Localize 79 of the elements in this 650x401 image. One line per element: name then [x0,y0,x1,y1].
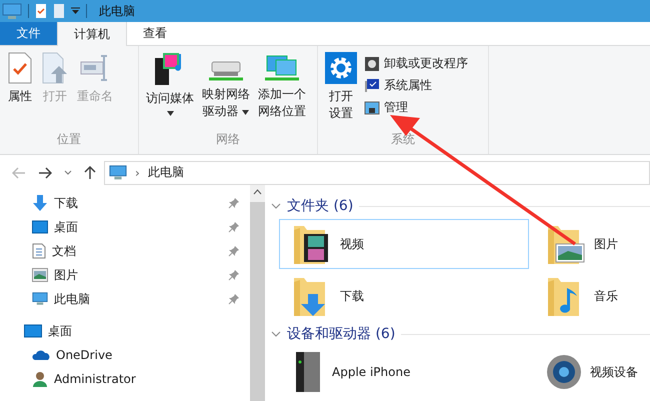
tile-label: 视频设备 [590,364,638,380]
folder-tile[interactable]: 视频 [279,219,529,269]
properties-icon [35,3,47,19]
pin-icon [228,293,240,305]
ribbon-button[interactable]: 打开 设置 [322,50,360,131]
nav-item[interactable]: Administrator [0,367,250,391]
desktop-icon [32,220,48,234]
file-menu-tab[interactable]: 文件 [0,22,57,45]
group-label: 网络 [216,131,240,148]
breadcrumb[interactable]: 此电脑 [148,164,184,181]
cloud-icon [32,349,50,361]
document-check-icon [7,52,33,84]
caret-icon [166,111,174,116]
computer-icon [109,164,127,180]
nav-label: 下载 [54,194,79,212]
ribbon-button[interactable]: 访问媒体 [143,50,197,131]
group-label: 系统 [391,131,415,148]
folder-tile[interactable]: 音乐 [533,271,650,321]
section-title: 设备和驱动器 (6) [287,325,396,343]
address-bar[interactable]: › 此电脑 [104,160,650,184]
chevron-down-icon [271,202,281,210]
nav-item[interactable]: 下载 [0,191,250,215]
pin-icon [228,197,240,209]
nav-label: OneDrive [56,348,114,362]
user-icon [32,371,48,387]
breadcrumb-separator: › [135,166,140,180]
group-label: 位置 [57,131,81,148]
pin-icon [228,269,240,281]
ribbon-button[interactable]: 添加一个 网络位置 [255,50,309,131]
back-arrow-icon [12,166,26,178]
document-up-arrow-icon [41,52,69,84]
computer-icon [32,292,48,306]
ribbon-button[interactable]: 映射网络 驱动器 [199,50,253,131]
forward-arrow-icon [38,166,52,178]
document-icon [32,243,46,259]
chevron-down-icon [64,170,72,175]
folder-tile[interactable]: 视频设备 [533,347,650,397]
picture-icon [32,268,48,282]
nav-label: 图片 [54,266,79,284]
nav-item[interactable]: 桌面 [0,215,250,239]
webcam-icon [544,352,584,392]
tile-label: 视频 [340,236,364,252]
pin-icon [228,221,240,233]
down-arrow-icon [32,195,48,211]
tile-label: Apple iPhone [332,365,410,379]
up-arrow-icon [84,166,96,180]
ribbon-small-button[interactable]: 管理 [362,98,470,117]
desktop-icon [24,324,42,338]
monitor-check-icon [364,78,380,94]
computer-management-icon [364,100,380,116]
nav-item[interactable]: 此电脑 [0,287,250,311]
computer-icon [2,2,22,20]
dropdown-icon [71,7,80,15]
nav-item[interactable]: 桌面 [0,319,250,343]
rename-icon [80,52,110,84]
nav-item[interactable]: 图片 [0,263,250,287]
nav-label: Administrator [54,372,137,386]
pin-icon [228,245,240,257]
chevron-down-icon [271,330,281,338]
ribbon-small-button[interactable]: 系统属性 [362,76,470,95]
nav-label: 文档 [52,242,77,260]
folder-tile[interactable]: 下载 [279,271,529,321]
ribbon-tab[interactable]: 计算机 [57,22,127,46]
folder-tile[interactable]: 图片 [533,219,650,269]
ribbon-button[interactable]: 属性 [4,50,36,131]
ribbon-small-button[interactable]: 卸载或更改程序 [362,54,470,73]
settings-icon [325,52,357,84]
tile-label: 图片 [594,236,618,252]
nav-item[interactable]: 文档 [0,239,250,263]
tile-label: 下载 [340,288,364,304]
nav-label: 桌面 [54,218,79,236]
section-title: 文件夹 (6) [287,197,354,215]
nav-item[interactable]: OneDrive [0,343,250,367]
caret-icon [242,110,250,116]
folder-tile[interactable]: Apple iPhone [279,347,529,397]
tile-label: 音乐 [594,288,618,304]
nav-label: 桌面 [48,322,73,340]
window-title: 此电脑 [99,2,135,20]
nav-label: 此电脑 [54,290,91,308]
